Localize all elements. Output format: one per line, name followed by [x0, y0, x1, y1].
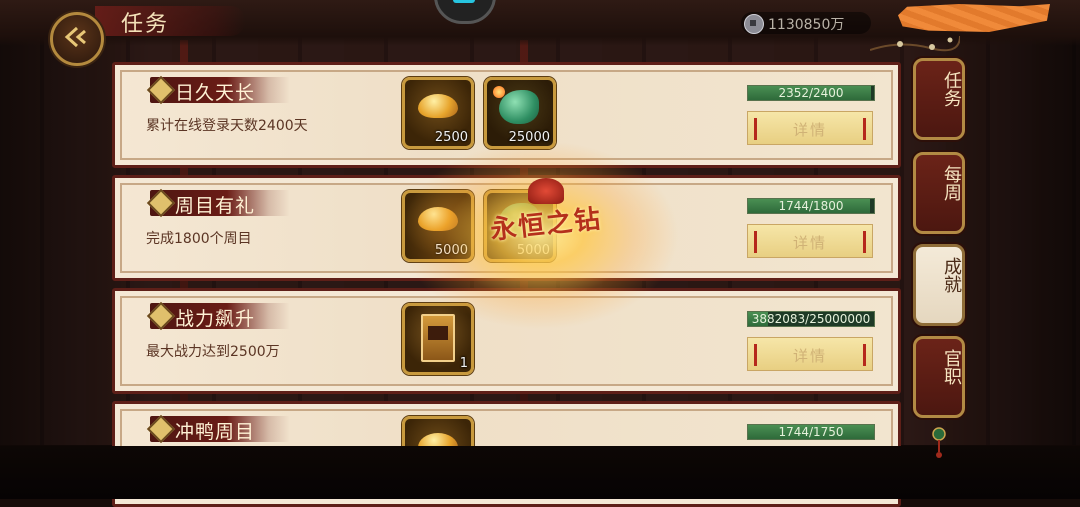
reward-count: 2500 — [434, 130, 468, 145]
progress-text: 2352/2400 — [778, 86, 844, 100]
progress-text: 3882083/25000000 — [751, 312, 871, 326]
jade-icon — [499, 203, 539, 237]
detail-button-label: 详情 — [792, 347, 827, 365]
bottom-shade — [0, 446, 1080, 499]
progress-text: 1744/1750 — [778, 425, 844, 439]
reward-slot[interactable]: 5000 — [484, 190, 556, 262]
gold-ingot-icon — [418, 207, 458, 231]
back-arrow-icon — [64, 26, 86, 48]
back-button[interactable] — [50, 12, 104, 66]
title-book-icon — [421, 314, 455, 362]
tab-label: 每周 — [941, 165, 962, 201]
coin-icon — [744, 14, 764, 34]
reward-count: 5000 — [516, 243, 550, 258]
reward-count: 25000 — [508, 130, 550, 145]
task-description: 完成1800个周目 — [146, 231, 252, 247]
tab-official-rank[interactable]: 官职 — [913, 336, 965, 418]
tab-label: 成就 — [941, 257, 962, 293]
task-name: 周目有礼 — [175, 195, 256, 217]
currency-value: 1130850万 — [768, 17, 845, 33]
detail-button[interactable]: 详情 — [747, 111, 873, 145]
task-card: 日久天长 累计在线登录天数2400天 2500 25000 2352/2400 … — [112, 62, 901, 168]
page-title: 任务 — [121, 12, 170, 37]
progress-bar: 3882083/25000000 — [747, 311, 875, 327]
progress-bar: 1744/1800 — [747, 198, 875, 214]
task-name: 日久天长 — [175, 82, 256, 104]
reward-count: 1 — [459, 356, 468, 371]
task-description: 最大战力达到2500万 — [146, 344, 280, 360]
reward-slot[interactable]: 2500 — [402, 77, 474, 149]
tassel-decoration — [932, 427, 946, 458]
task-name: 战力飙升 — [175, 308, 256, 330]
tab-label: 任务 — [941, 71, 962, 107]
progress-bar: 2352/2400 — [747, 85, 875, 101]
task-name: 冲鸭周目 — [175, 421, 256, 443]
detail-button[interactable]: 详情 — [747, 337, 873, 371]
progress-bar: 1744/1750 — [747, 424, 875, 440]
task-description: 累计在线登录天数2400天 — [146, 118, 308, 134]
reward-slot[interactable]: 25000 — [484, 77, 556, 149]
tab-tasks[interactable]: 任务 — [913, 58, 965, 140]
jade-icon — [499, 90, 539, 124]
detail-button-label: 详情 — [792, 234, 827, 252]
tab-achievements[interactable]: 成就 — [913, 244, 965, 326]
tab-weekly[interactable]: 每周 — [913, 152, 965, 234]
reward-slot[interactable]: 5000 — [402, 190, 474, 262]
tab-label: 官职 — [941, 349, 962, 385]
detail-button[interactable]: 详情 — [747, 224, 873, 258]
progress-text: 1744/1800 — [778, 199, 844, 213]
reward-slot[interactable]: 1 — [402, 303, 474, 375]
flame-icon — [493, 86, 505, 98]
plum-branch-decoration — [870, 35, 960, 52]
detail-button-label: 详情 — [792, 121, 827, 139]
title-banner — [95, 6, 245, 36]
task-card: 战力飙升 最大战力达到2500万 1 3882083/25000000 详情 — [112, 288, 901, 394]
reward-count: 5000 — [434, 243, 468, 258]
currency-display: 1130850万 — [741, 12, 871, 34]
task-card: 周目有礼 完成1800个周目 5000 5000 1744/1800 详情 — [112, 175, 901, 281]
gold-ingot-icon — [418, 94, 458, 118]
